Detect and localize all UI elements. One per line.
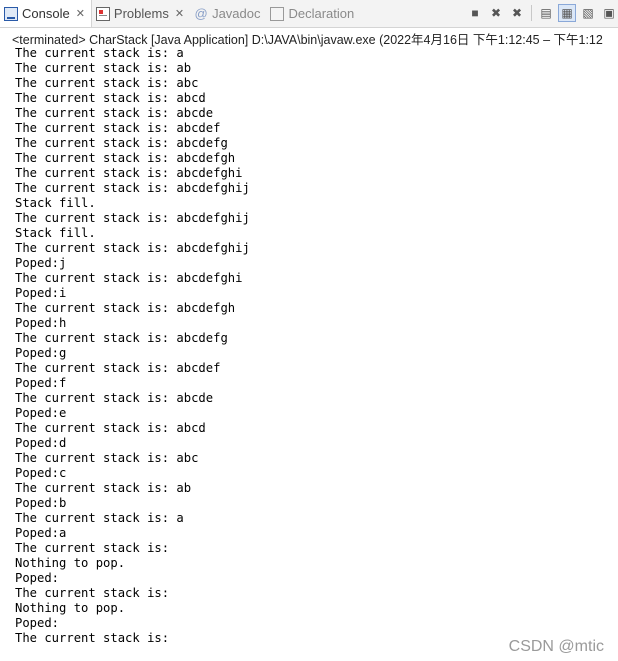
tab-console[interactable]: Console ✕ — [0, 0, 92, 27]
console-line: Poped: — [15, 616, 60, 630]
console-line: The current stack is: abcde — [15, 106, 214, 120]
console-line: The current stack is: a — [15, 511, 184, 525]
console-line: The current stack is: abcdefghi — [15, 166, 243, 180]
console-line: The current stack is: abcdefghij — [15, 181, 250, 195]
console-line: The current stack is: abcdefgh — [15, 301, 236, 315]
console-line: The current stack is: abc — [15, 451, 199, 465]
console-toolbar: ■ ✖ ✖ ▤ ▦ ▧ ▣ — [466, 2, 618, 24]
console-line: The current stack is: abcd — [15, 421, 206, 435]
console-line: The current stack is: abcd — [15, 91, 206, 105]
console-line: Poped:a — [15, 526, 67, 540]
terminate-icon[interactable]: ■ — [466, 4, 484, 22]
toolbar-divider — [531, 5, 532, 21]
console-icon — [4, 6, 18, 21]
tab-javadoc-label: Javadoc — [212, 6, 261, 21]
console-line: The current stack is: abcdefg — [15, 136, 228, 150]
console-line: Nothing to pop. — [15, 601, 126, 615]
console-line: Poped:d — [15, 436, 67, 450]
tab-declaration-label: Declaration — [288, 6, 355, 21]
close-icon[interactable]: ✕ — [76, 7, 85, 20]
console-line: Poped:g — [15, 346, 67, 360]
console-line: Poped:e — [15, 406, 67, 420]
tab-javadoc[interactable]: @ Javadoc — [190, 0, 266, 27]
console-line: The current stack is: abcdefghij — [15, 211, 250, 225]
declaration-icon — [270, 6, 285, 21]
console-line: The current stack is: abcdefghi — [15, 271, 243, 285]
console-line: Poped:b — [15, 496, 67, 510]
tab-declaration[interactable]: Declaration — [266, 0, 360, 27]
remove-all-terminated-icon[interactable]: ✖ — [508, 4, 526, 22]
console-line: The current stack is: abcde — [15, 391, 214, 405]
console-line: The current stack is: ab — [15, 481, 192, 495]
tab-console-label: Console — [22, 6, 70, 21]
console-output[interactable]: The current stack is: a The current stack… — [15, 46, 615, 646]
tab-problems-label: Problems — [113, 6, 169, 21]
console-line: The current stack is: abcdef — [15, 121, 221, 135]
console-line: Nothing to pop. — [15, 556, 126, 570]
console-line: Poped: — [15, 571, 60, 585]
tab-problems[interactable]: Problems ✕ — [92, 0, 190, 27]
console-line: The current stack is: — [15, 541, 177, 555]
console-line: Poped:f — [15, 376, 67, 390]
console-line: The current stack is: ab — [15, 61, 192, 75]
at-icon: @ — [194, 5, 208, 21]
word-wrap-icon[interactable]: ▧ — [579, 4, 597, 22]
console-line: Poped:c — [15, 466, 67, 480]
console-line: Poped:j — [15, 256, 67, 270]
console-line: Poped:h — [15, 316, 67, 330]
problems-icon — [95, 6, 110, 21]
console-line: The current stack is: a — [15, 46, 184, 60]
clear-console-icon[interactable]: ▤ — [537, 4, 555, 22]
console-line: Stack fill. — [15, 196, 96, 210]
scroll-lock-icon[interactable]: ▦ — [558, 4, 576, 22]
pin-console-icon[interactable]: ▣ — [600, 4, 618, 22]
console-line: Poped:i — [15, 286, 67, 300]
view-tab-bar: Console ✕ Problems ✕ @ Javadoc Declarati… — [0, 0, 618, 28]
console-line: The current stack is: abcdefghij — [15, 241, 250, 255]
console-line: The current stack is: abcdef — [15, 361, 221, 375]
watermark: CSDN @mtic — [508, 638, 604, 655]
console-line: The current stack is: abc — [15, 76, 199, 90]
console-line: The current stack is: abcdefg — [15, 331, 228, 345]
close-icon[interactable]: ✕ — [175, 7, 184, 20]
console-line: The current stack is: abcdefgh — [15, 151, 236, 165]
console-line: The current stack is: — [15, 586, 177, 600]
console-line: Stack fill. — [15, 226, 96, 240]
remove-launch-icon[interactable]: ✖ — [487, 4, 505, 22]
